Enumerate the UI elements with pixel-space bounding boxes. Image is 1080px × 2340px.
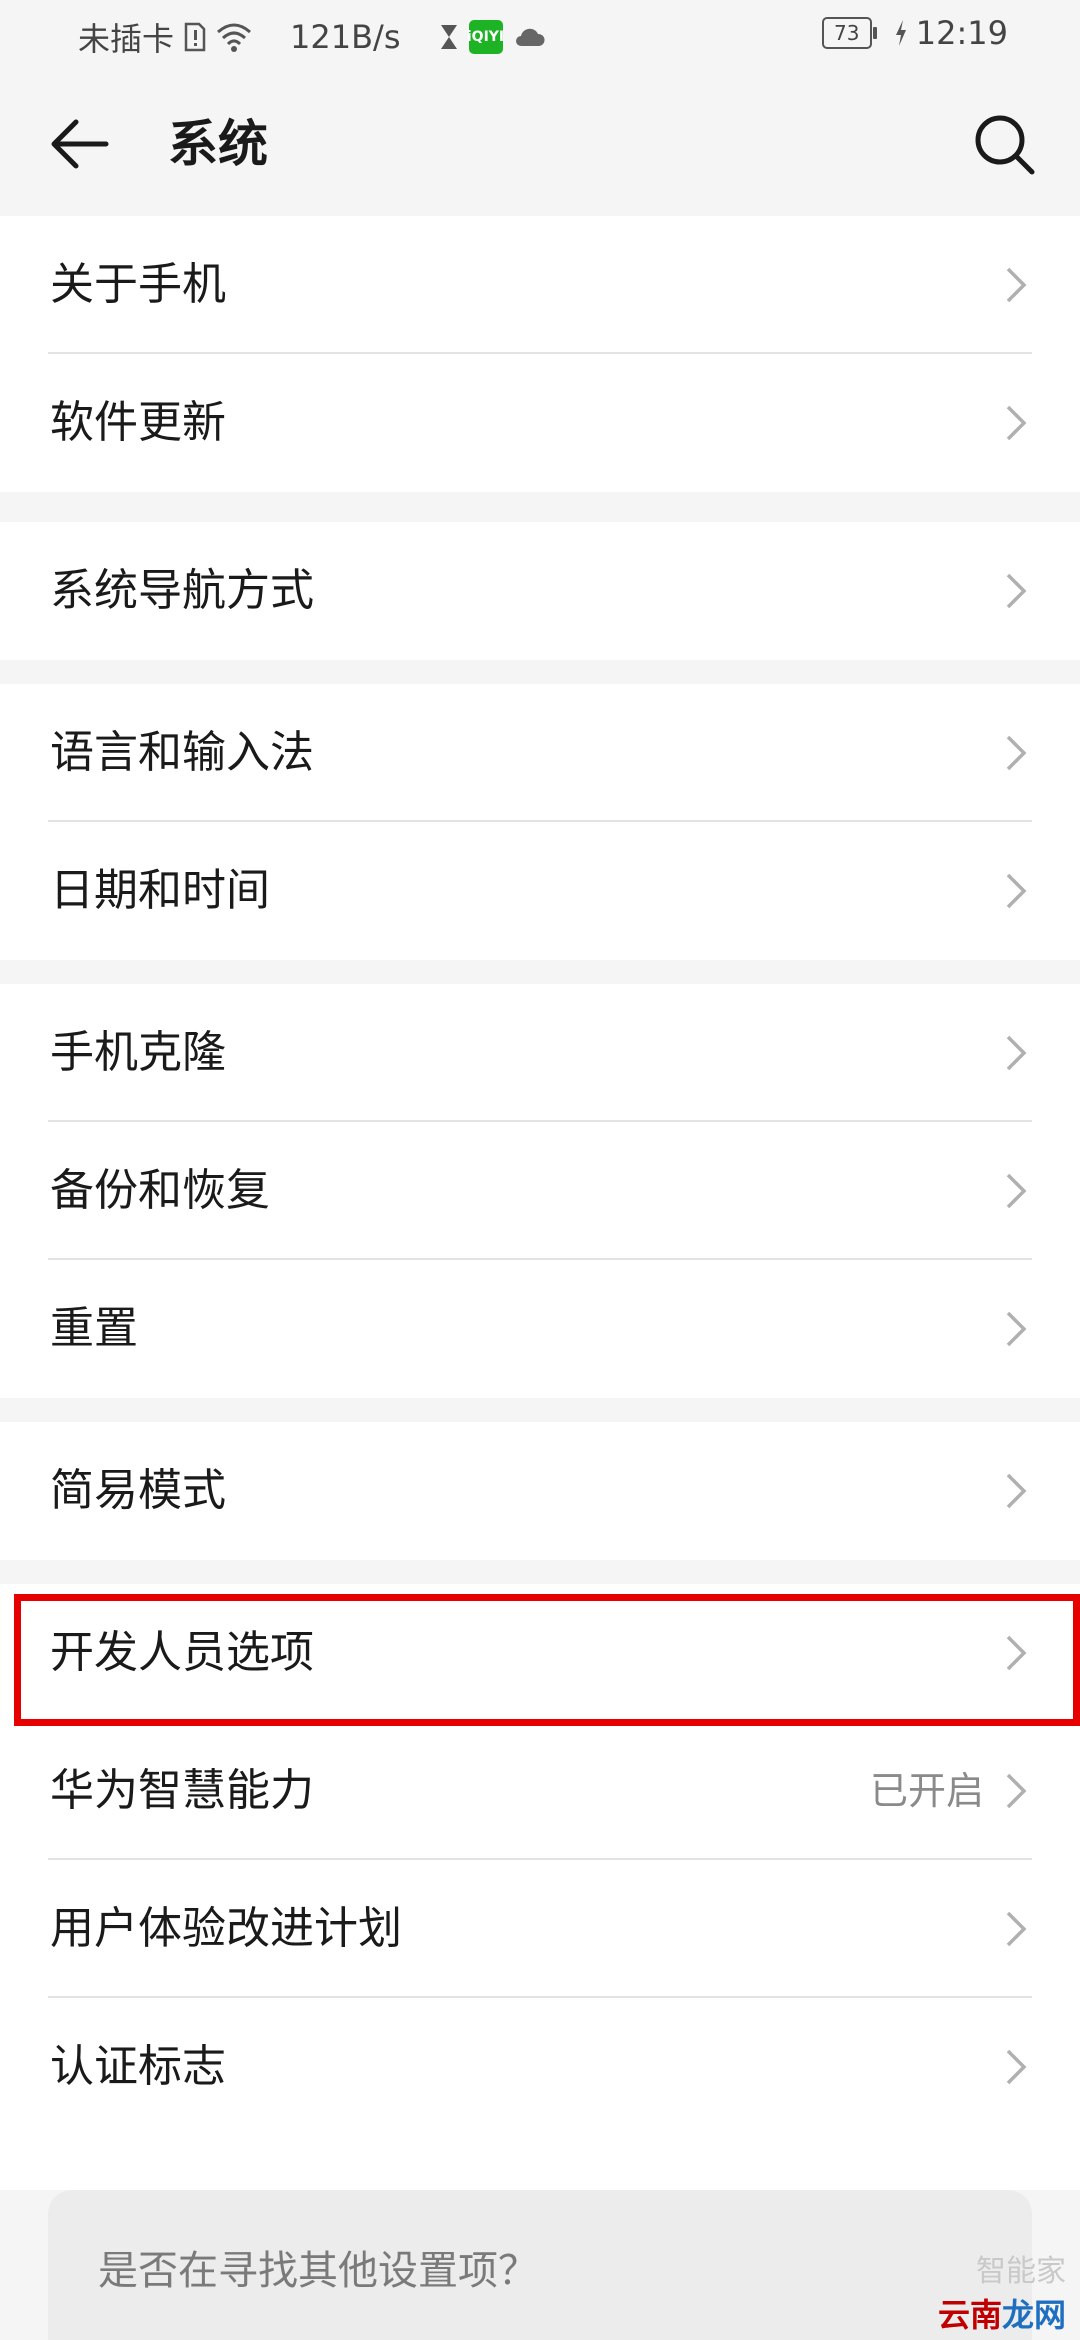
watermark: 智能家 云南龙网 bbox=[937, 2254, 1066, 2336]
wifi-icon bbox=[216, 22, 252, 52]
chevron-right-icon bbox=[1006, 1173, 1027, 1209]
settings-group-navigation: 系统导航方式 bbox=[0, 522, 1080, 660]
status-right: 73 12:19 bbox=[821, 14, 1008, 52]
status-left: 未插卡 121B/s iQIYI bbox=[78, 14, 545, 60]
settings-item-huawei-intelligence[interactable]: 华为智慧能力 已开启 bbox=[0, 1722, 1080, 1860]
iqiyi-app-icon: iQIYI bbox=[467, 20, 504, 54]
chevron-right-icon bbox=[1006, 267, 1027, 303]
chevron-right-icon bbox=[1006, 1773, 1027, 1809]
settings-item-label: 关于手机 bbox=[50, 259, 226, 310]
settings-item-backup-restore[interactable]: 备份和恢复 bbox=[0, 1122, 1080, 1260]
settings-item-label: 华为智慧能力 bbox=[50, 1765, 314, 1816]
chevron-right-icon bbox=[1006, 735, 1027, 771]
settings-item-certification[interactable]: 认证标志 bbox=[0, 1998, 1080, 2136]
network-speed: 121B/s bbox=[290, 18, 401, 56]
sim-status-text: 未插卡 bbox=[78, 20, 175, 58]
settings-item-phone-clone[interactable]: 手机克隆 bbox=[0, 984, 1080, 1122]
settings-item-label: 手机克隆 bbox=[50, 1027, 226, 1078]
watermark-line2b: 龙网 bbox=[1001, 2296, 1066, 2334]
status-bar: 未插卡 121B/s iQIYI 73 12:19 bbox=[0, 0, 1080, 72]
settings-item-label: 软件更新 bbox=[50, 397, 226, 448]
settings-item-status: 已开启 bbox=[869, 1769, 984, 1813]
highlight-box bbox=[14, 1594, 1080, 1726]
chevron-right-icon bbox=[1006, 2049, 1027, 2085]
settings-item-date-time[interactable]: 日期和时间 bbox=[0, 822, 1080, 960]
chevron-right-icon bbox=[1006, 1035, 1027, 1071]
chevron-right-icon bbox=[1006, 405, 1027, 441]
settings-screen: 未插卡 121B/s iQIYI 73 12:19 系统 关于手机 软件更新 系… bbox=[0, 0, 1080, 2340]
back-arrow-icon bbox=[51, 119, 109, 169]
sim-missing-icon bbox=[184, 22, 206, 52]
page-title: 系统 bbox=[168, 115, 268, 173]
clock: 12:19 bbox=[915, 14, 1008, 52]
settings-item-label: 用户体验改进计划 bbox=[50, 1903, 402, 1954]
settings-item-label: 重置 bbox=[50, 1303, 138, 1354]
settings-item-about-phone[interactable]: 关于手机 bbox=[0, 216, 1080, 354]
hourglass-icon bbox=[439, 23, 459, 51]
settings-group-device: 关于手机 软件更新 bbox=[0, 216, 1080, 492]
chevron-right-icon bbox=[1006, 1473, 1027, 1509]
suggestion-text: 是否在寻找其他设置项？ bbox=[98, 2248, 538, 2294]
settings-item-label: 认证标志 bbox=[50, 2041, 226, 2092]
search-button[interactable] bbox=[968, 108, 1040, 180]
settings-item-software-update[interactable]: 软件更新 bbox=[0, 354, 1080, 492]
settings-item-label: 日期和时间 bbox=[50, 865, 270, 916]
battery-icon: 73 bbox=[821, 17, 877, 49]
settings-item-label: 系统导航方式 bbox=[50, 565, 314, 616]
settings-item-label: 语言和输入法 bbox=[50, 727, 314, 778]
cloud-icon bbox=[513, 26, 545, 48]
back-button[interactable] bbox=[44, 112, 124, 176]
settings-item-label: 备份和恢复 bbox=[50, 1165, 270, 1216]
settings-item-reset[interactable]: 重置 bbox=[0, 1260, 1080, 1398]
watermark-line1: 智能家 bbox=[976, 2254, 1066, 2289]
chevron-right-icon bbox=[1006, 1911, 1027, 1947]
chevron-right-icon bbox=[1006, 1311, 1027, 1347]
settings-item-system-navigation[interactable]: 系统导航方式 bbox=[0, 522, 1080, 660]
settings-item-label: 简易模式 bbox=[50, 1465, 226, 1516]
watermark-line2a: 云南 bbox=[937, 2296, 1002, 2334]
app-bar: 系统 bbox=[0, 72, 1080, 216]
settings-group-backup: 手机克隆 备份和恢复 重置 bbox=[0, 984, 1080, 1398]
search-icon bbox=[975, 115, 1035, 175]
charging-icon bbox=[894, 19, 908, 47]
chevron-right-icon bbox=[1006, 573, 1027, 609]
search-suggestion-card[interactable]: 是否在寻找其他设置项？ bbox=[48, 2190, 1032, 2340]
settings-group-simple-mode: 简易模式 bbox=[0, 1422, 1080, 1560]
settings-group-language-time: 语言和输入法 日期和时间 bbox=[0, 684, 1080, 960]
settings-item-user-experience[interactable]: 用户体验改进计划 bbox=[0, 1860, 1080, 1998]
chevron-right-icon bbox=[1006, 873, 1027, 909]
settings-item-simple-mode[interactable]: 简易模式 bbox=[0, 1422, 1080, 1560]
settings-item-language-input[interactable]: 语言和输入法 bbox=[0, 684, 1080, 822]
